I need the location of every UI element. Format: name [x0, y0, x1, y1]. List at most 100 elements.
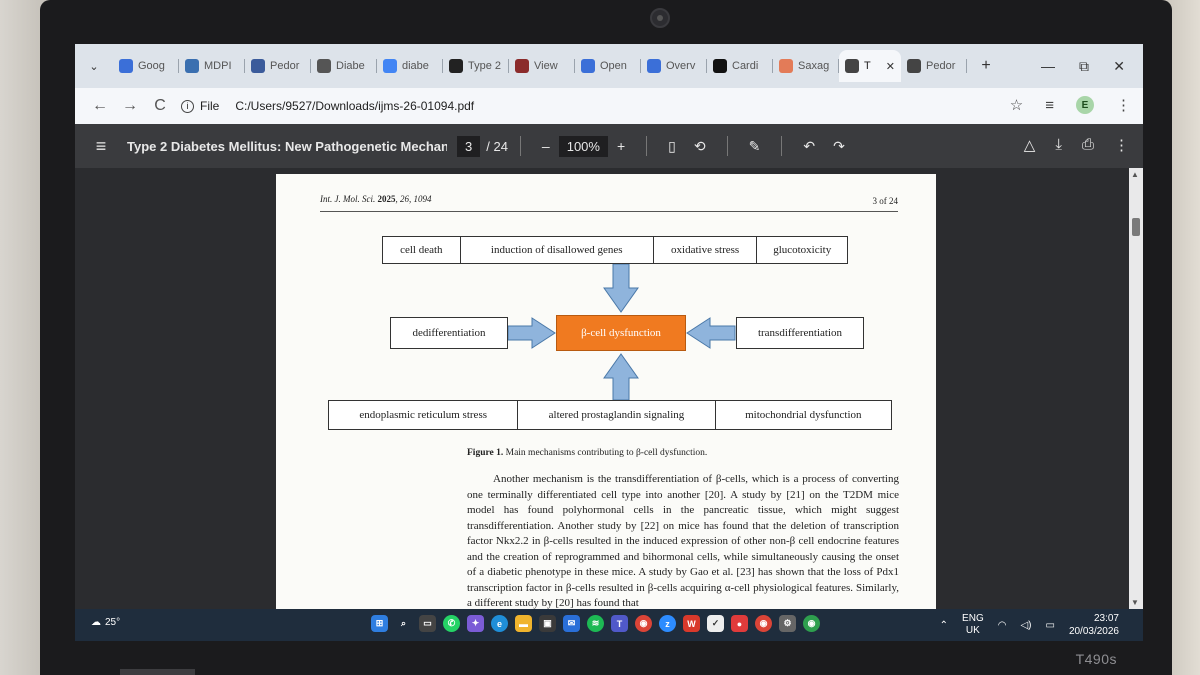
caption-text: Main mechanisms contributing to β-cell d… — [503, 448, 708, 458]
search-icon[interactable]: ⌕ — [395, 615, 412, 632]
edge-icon[interactable]: e — [491, 615, 508, 632]
page-number-input[interactable]: 3 — [457, 135, 481, 157]
browser-tab[interactable]: Diabe — [311, 50, 377, 82]
tab-label: Overv — [666, 60, 696, 72]
store-icon[interactable]: ▣ — [539, 615, 556, 632]
new-tab-button[interactable]: + — [973, 57, 999, 75]
wordpress-icon — [251, 59, 265, 73]
scroll-thumb[interactable] — [1132, 218, 1140, 236]
task-view-icon[interactable]: ▭ — [419, 615, 436, 632]
url-text[interactable]: C:/Users/9527/Downloads/ijms-26-01094.pd… — [235, 99, 474, 113]
body-paragraph: Another mechanism is the transdifferenti… — [467, 472, 899, 612]
undo-icon[interactable]: ↶ — [803, 138, 815, 155]
weather-widget[interactable]: ☁ 25° — [91, 617, 120, 628]
browser-tab[interactable]: Pedor — [245, 50, 311, 82]
download-icon[interactable]: ⤓ — [1055, 136, 1062, 154]
info-icon[interactable]: i — [181, 99, 194, 113]
copilot-icon[interactable]: ✦ — [467, 615, 484, 632]
spotify-icon[interactable]: ≋ — [587, 615, 604, 632]
omnibox[interactable]: i File C:/Users/9527/Downloads/ijms-26-0… — [181, 93, 1001, 119]
zoom-out-button[interactable]: – — [542, 138, 550, 154]
wps-icon[interactable]: W — [683, 615, 700, 632]
pdf-sidebar-menu-icon[interactable]: ≡ — [75, 136, 127, 157]
address-bar: ← → C i File C:/Users/9527/Downloads/ijm… — [75, 88, 1143, 124]
figure-box-dedifferentiation: dedifferentiation — [390, 317, 508, 349]
browser-tab[interactable]: T ✕ — [839, 50, 901, 82]
forward-button[interactable]: → — [115, 97, 145, 115]
back-button[interactable]: ← — [85, 97, 115, 115]
tab-label: Goog — [138, 60, 165, 72]
drive-save-icon[interactable]: △ — [1024, 136, 1036, 154]
battery-icon[interactable]: ▭ — [1045, 620, 1054, 631]
laptop-model-label: T490s — [1075, 651, 1117, 667]
pdf-toolbar: ≡ Type 2 Diabetes Mellitus: New Pathogen… — [75, 124, 1143, 168]
chrome-icon[interactable]: ◉ — [635, 615, 652, 632]
profile-avatar[interactable]: E — [1076, 96, 1094, 114]
chrome-profile-icon[interactable]: ◉ — [755, 615, 772, 632]
gemini-icon — [119, 59, 133, 73]
reading-list-icon[interactable]: ≡ — [1045, 97, 1054, 114]
scroll-down-icon[interactable]: ▼ — [1131, 598, 1139, 607]
more-options-icon[interactable]: ⋮ — [1114, 136, 1129, 154]
settings-gear-icon[interactable]: ⚙ — [779, 615, 796, 632]
chrome-active-icon[interactable]: ◉ — [803, 615, 820, 632]
rotate-icon[interactable]: ⟲ — [694, 138, 706, 155]
browser-menu-icon[interactable]: ⋮ — [1116, 96, 1131, 114]
zoom-icon[interactable]: z — [659, 615, 676, 632]
toolbar-divider — [519, 136, 521, 156]
mail-icon[interactable]: ✉ — [563, 615, 580, 632]
maximize-button[interactable]: ⧉ — [1079, 58, 1089, 75]
close-tab-icon[interactable]: ✕ — [886, 60, 895, 73]
notes-icon[interactable]: ✓ — [707, 615, 724, 632]
figure-arrows — [507, 263, 736, 401]
browser-tab[interactable]: Overv — [641, 50, 707, 82]
teams-icon[interactable]: T — [611, 615, 628, 632]
figure-box-glucotoxicity: glucotoxicity — [773, 244, 832, 256]
browser-tab[interactable]: diabe — [377, 50, 443, 82]
browser-tab[interactable]: View — [509, 50, 575, 82]
print-icon[interactable]: ⎙ — [1082, 136, 1094, 154]
reload-button[interactable]: C — [145, 97, 175, 115]
zoom-input[interactable]: 100% — [558, 135, 608, 157]
temperature: 25° — [105, 617, 121, 628]
browser-tab[interactable]: Goog — [113, 50, 179, 82]
browser-tab[interactable]: Type 2 — [443, 50, 509, 82]
figure-box-prostaglandin: altered prostaglandin signaling — [518, 401, 716, 429]
windows-start-icon[interactable]: ⊞ — [371, 615, 388, 632]
browser-tab[interactable]: Cardi — [707, 50, 773, 82]
pdf-page: Int. J. Mol. Sci. 2025, 26, 1094 3 of 24… — [276, 174, 936, 614]
scroll-up-icon[interactable]: ▲ — [1131, 170, 1139, 179]
redo-icon[interactable]: ↷ — [833, 138, 845, 155]
browser-tab[interactable]: Pedor — [901, 50, 967, 82]
zoom-in-button[interactable]: + — [617, 138, 625, 154]
browser-tab[interactable]: Open — [575, 50, 641, 82]
toolbar-divider — [646, 136, 648, 156]
minimize-button[interactable]: — — [1041, 58, 1055, 74]
hinge — [120, 669, 195, 675]
language-indicator[interactable]: ENG UK — [962, 613, 984, 637]
wifi-icon[interactable]: ◠ — [998, 620, 1007, 631]
diamond-icon — [581, 59, 595, 73]
image-icon — [515, 59, 529, 73]
lang-top: ENG — [962, 613, 984, 624]
tab-label: Pedor — [926, 60, 956, 72]
media-icon[interactable]: ● — [731, 615, 748, 632]
tab-search-chevron-icon[interactable]: ⌄ — [81, 53, 107, 79]
bookmark-star-icon[interactable]: ☆ — [1010, 96, 1023, 114]
volume-icon[interactable]: ◁) — [1020, 620, 1031, 631]
whatsapp-icon[interactable]: ✆ — [443, 615, 460, 632]
toolbar-divider — [726, 136, 728, 156]
tab-label: MDPI — [204, 60, 232, 72]
figure-box-beta-cell-dysfunction: β-cell dysfunction — [556, 315, 686, 351]
browser-tab[interactable]: MDPI — [179, 50, 245, 82]
close-window-button[interactable]: ✕ — [1113, 58, 1125, 75]
browser-tab[interactable]: Saxag — [773, 50, 839, 82]
fit-page-icon[interactable]: ▯ — [668, 138, 676, 155]
tray-chevron-up-icon[interactable]: ⌃ — [940, 620, 948, 631]
vertical-scrollbar[interactable]: ▲ ▼ — [1129, 168, 1143, 609]
pdf-viewer[interactable]: Int. J. Mol. Sci. 2025, 26, 1094 3 of 24… — [75, 168, 1143, 614]
clock[interactable]: 23:07 20/03/2026 — [1069, 612, 1119, 638]
annotate-pen-icon[interactable]: ✎ — [749, 138, 761, 155]
url-scheme-label: File — [200, 99, 220, 113]
file-explorer-icon[interactable]: ▬ — [515, 615, 532, 632]
